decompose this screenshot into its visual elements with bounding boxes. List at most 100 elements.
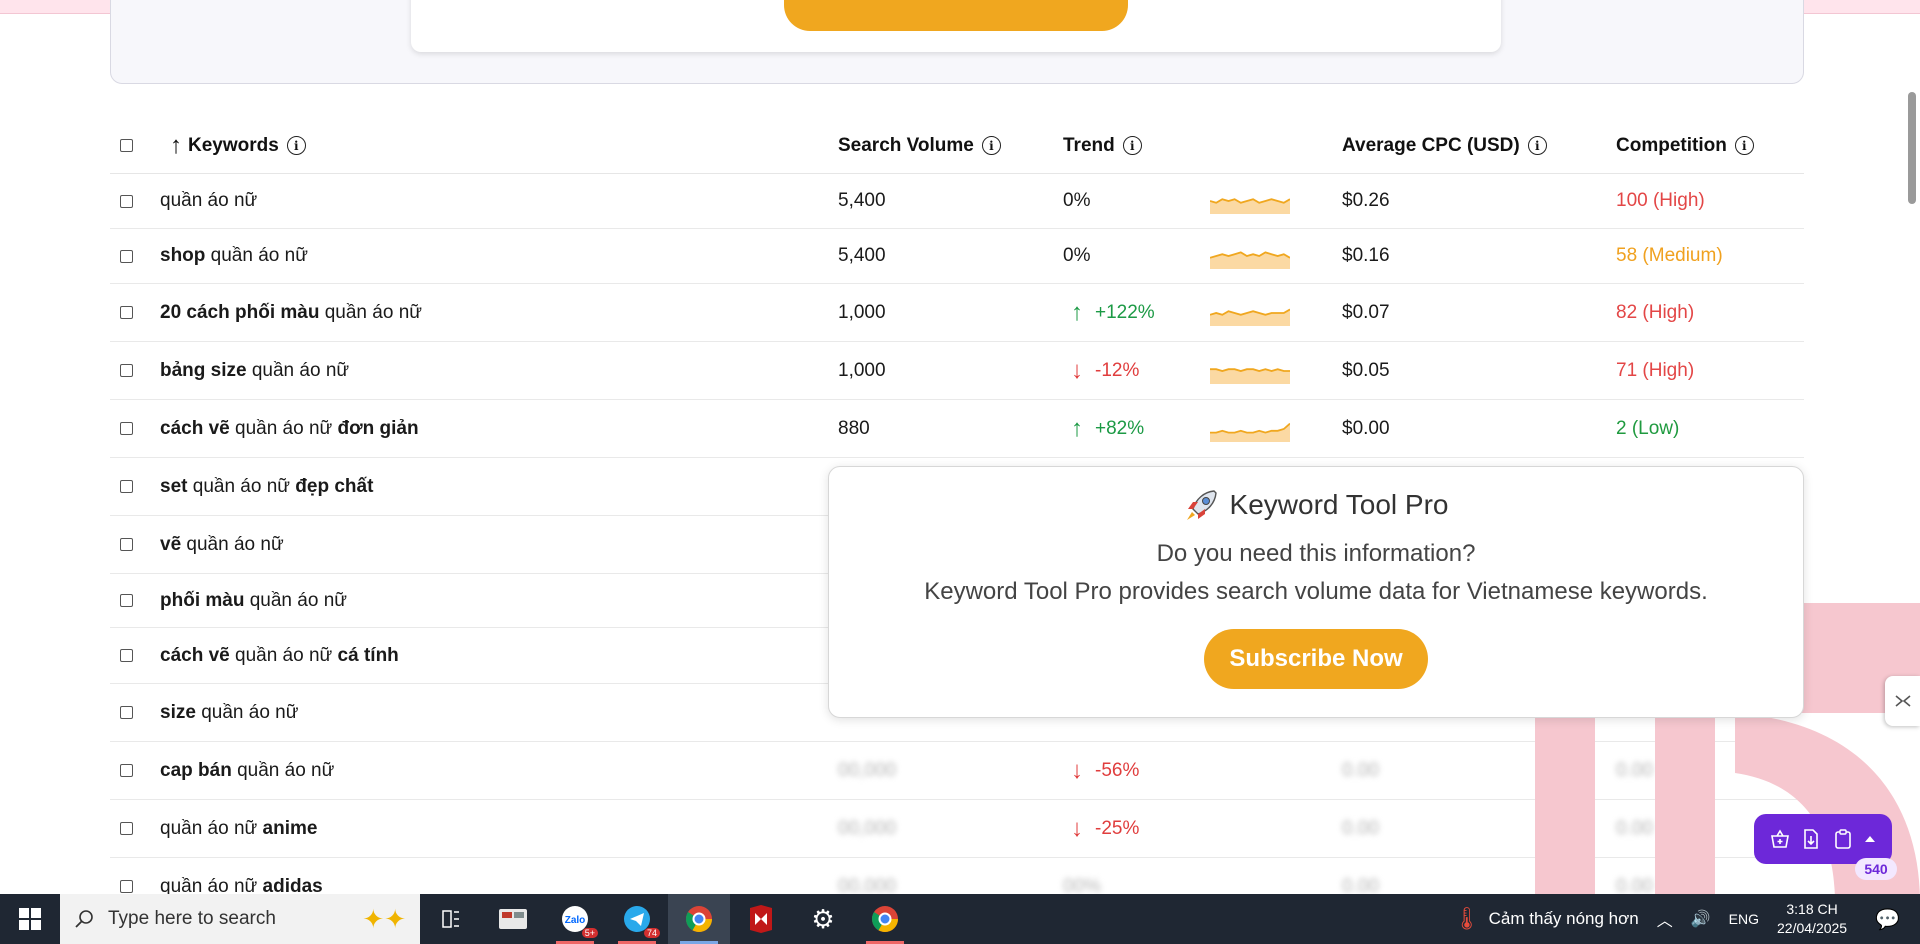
info-icon[interactable]: i [1122, 136, 1142, 155]
row-checkbox[interactable] [120, 764, 133, 777]
clock-time: 3:18 CH [1786, 901, 1838, 917]
keyword-cell[interactable]: shop quần áo nữ [160, 229, 780, 283]
taskbar-search[interactable]: Type here to search ✦✦ [60, 894, 420, 944]
keyword-cell[interactable]: cap bán quần áo nữ [160, 742, 780, 799]
language-indicator[interactable]: ENG [1729, 911, 1759, 927]
task-view-icon[interactable] [420, 894, 482, 944]
keyword-cell[interactable]: cách vẽ quần áo nữ đơn giản [160, 400, 780, 457]
info-icon[interactable]: i [981, 136, 1001, 155]
row-checkbox[interactable] [120, 880, 133, 893]
start-button[interactable] [0, 894, 60, 944]
row-checkbox[interactable] [120, 822, 133, 835]
row-checkbox[interactable] [120, 194, 133, 208]
mcafee-icon[interactable] [730, 894, 792, 944]
keyword-bold-suffix: đẹp chất [295, 475, 374, 497]
keyword-part: quần áo nữ [195, 701, 299, 723]
header-search-volume[interactable]: Search Volume i [838, 118, 1038, 173]
keyword-cell[interactable]: vẽ quần áo nữ [160, 516, 780, 573]
side-collapse-tab[interactable] [1885, 676, 1920, 726]
sort-up-icon[interactable]: ↑ [170, 132, 182, 160]
row-checkbox[interactable] [120, 422, 133, 435]
competition-cell: 100 (High) [1616, 190, 1705, 211]
header-keywords[interactable]: ↑ Keywords i [170, 118, 790, 173]
telegram-badge: 74 [643, 928, 660, 938]
settings-gear-icon[interactable]: ⚙ [792, 894, 854, 944]
taskbar-search-placeholder: Type here to search [108, 908, 276, 929]
chrome-icon[interactable] [668, 894, 730, 944]
table-row[interactable]: quần áo nữ 5,400 0% $0.26 100 (High) [110, 174, 1804, 229]
table-row[interactable]: cap bán quần áo nữ 00,000 ↓ -56% 0.00 0.00 [110, 742, 1804, 800]
header-avg-cpc[interactable]: Average CPC (USD) i [1342, 118, 1602, 173]
trend-sparkline [1210, 422, 1290, 442]
row-checkbox[interactable] [120, 364, 133, 377]
trend-value: +82% [1095, 417, 1145, 439]
upgrade-popup: Keyword Tool Pro Do you need this inform… [828, 466, 1804, 718]
trend-arrow-icon: ↓ [1071, 356, 1083, 384]
chrome-profile-icon[interactable] [854, 894, 916, 944]
keyword-bold-suffix: anime [262, 817, 318, 839]
row-checkbox[interactable] [120, 538, 133, 551]
trend-value: -25% [1095, 817, 1140, 839]
trend-sparkline [1210, 367, 1290, 384]
competition-cell: 82 (High) [1616, 301, 1695, 323]
keyword-cell[interactable]: phối màu quần áo nữ [160, 574, 780, 627]
subscribe-now-button[interactable]: Subscribe Now [1204, 629, 1428, 689]
keyword-cell[interactable]: cách vẽ quần áo nữ cá tính [160, 628, 780, 683]
keyword-bold-part: set [160, 475, 188, 497]
select-all-checkbox[interactable] [120, 139, 133, 152]
row-checkbox-cell [120, 800, 150, 857]
avg-cpc-cell: 0.00 [1342, 759, 1379, 781]
zalo-badge: 5+ [581, 928, 598, 938]
speaker-icon[interactable]: 🔊 [1691, 909, 1711, 929]
row-checkbox[interactable] [120, 249, 133, 263]
keyword-cell[interactable]: 20 cách phối màu quần áo nữ [160, 284, 780, 341]
competition-cell: 2 (Low) [1616, 417, 1680, 439]
weather-widget[interactable]: 🌡 Cảm thấy nóng hơn [1453, 906, 1639, 932]
row-checkbox[interactable] [120, 594, 133, 607]
basket-icon[interactable] [1769, 828, 1791, 850]
table-row[interactable]: cách vẽ quần áo nữ đơn giản 880 ↑ +82% $0.00… [110, 400, 1804, 458]
clock[interactable]: 3:18 CH 22/04/2025 [1777, 900, 1847, 938]
download-icon[interactable] [1800, 828, 1822, 850]
header-competition[interactable]: Competition i [1616, 118, 1806, 173]
info-icon[interactable]: i [1527, 136, 1547, 155]
row-checkbox[interactable] [120, 306, 133, 319]
keyword-cell[interactable]: quần áo nữ [160, 174, 780, 228]
keyword-cell[interactable]: set quần áo nữ đẹp chất [160, 458, 780, 515]
caret-up-icon[interactable] [1863, 832, 1877, 846]
notification-icon[interactable]: 💬 [1875, 907, 1900, 932]
row-checkbox[interactable] [120, 649, 133, 662]
page-scrollbar-thumb[interactable] [1908, 92, 1916, 204]
trend-sparkline-cell [1210, 400, 1310, 457]
table-row[interactable]: quần áo nữ anime 00,000 ↓ -25% 0.00 0.00 [110, 800, 1804, 858]
floating-toolbar [1754, 814, 1892, 864]
header-trend[interactable]: Trend i [1063, 118, 1193, 173]
row-checkbox[interactable] [120, 706, 133, 719]
info-icon[interactable]: i [286, 136, 306, 155]
sticky-app-icon[interactable] [482, 894, 544, 944]
keyword-part: quần áo nữ [181, 533, 284, 555]
keyword-bold-part: 20 cách phối màu [160, 301, 320, 323]
clipboard-icon[interactable] [1832, 828, 1854, 850]
telegram-icon[interactable]: 74 [606, 894, 668, 944]
select-all-cell [120, 118, 150, 173]
avg-cpc-cell: $0.07 [1342, 301, 1390, 323]
table-row[interactable]: bảng size quần áo nữ 1,000 ↓ -12% $0.05 71 (H… [110, 342, 1804, 400]
keyword-cell[interactable]: bảng size quần áo nữ [160, 342, 780, 399]
collapse-icon [1894, 695, 1911, 707]
zalo-icon[interactable]: Zalo 5+ [544, 894, 606, 944]
keyword-part: quần áo nữ [229, 417, 338, 439]
chevron-up-icon[interactable]: ︿ [1657, 907, 1673, 931]
trend-cell: ↓ -25% [1063, 800, 1193, 857]
trend-cell: 0% [1063, 174, 1193, 228]
info-icon[interactable]: i [1734, 136, 1754, 155]
search-volume-cell: 5,400 [838, 190, 886, 211]
trend-arrow-icon: ↑ [1071, 298, 1083, 326]
keyword-cell[interactable]: size quần áo nữ [160, 684, 780, 741]
table-row[interactable]: shop quần áo nữ 5,400 0% $0.16 58 (Medium) [110, 229, 1804, 284]
search-icon [75, 910, 93, 928]
row-checkbox[interactable] [120, 480, 133, 493]
table-row[interactable]: 20 cách phối màu quần áo nữ 1,000 ↑ +122% $0… [110, 284, 1804, 342]
top-cta-button[interactable] [784, 0, 1128, 31]
keyword-cell[interactable]: quần áo nữ anime [160, 800, 780, 857]
